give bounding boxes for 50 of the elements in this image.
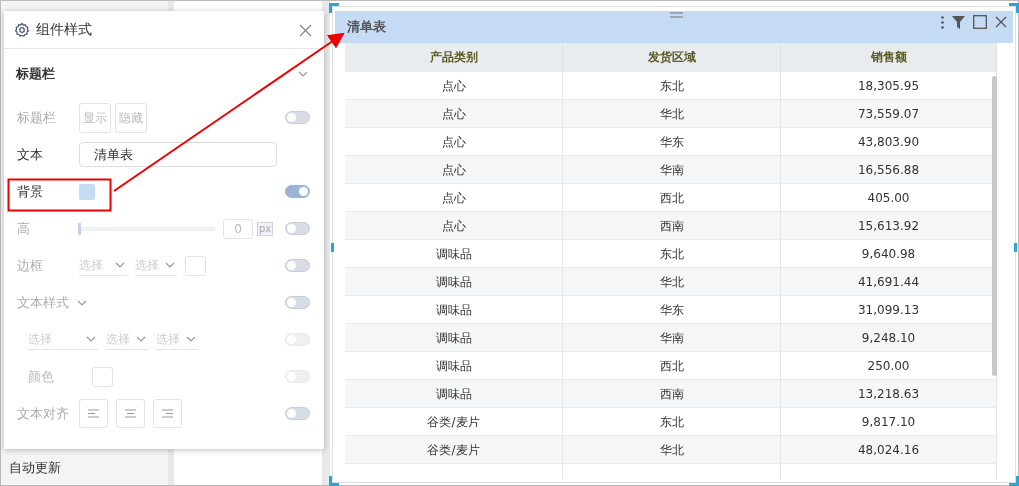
table-cell: 华南	[563, 156, 781, 184]
maximize-icon[interactable]	[973, 15, 987, 29]
widget-title: 清单表	[347, 18, 386, 36]
column-header: 发货区域	[563, 43, 781, 72]
table-cell: 西南	[563, 380, 781, 408]
sidebar-item[interactable]: 自动更新	[1, 457, 168, 485]
field-label: 高	[17, 219, 31, 238]
table-cell: 华北	[563, 268, 781, 296]
panel-title: 组件样式	[36, 20, 92, 39]
chevron-icon[interactable]	[298, 71, 308, 77]
table-cell: 点心	[345, 100, 563, 128]
filter-icon[interactable]	[952, 15, 965, 29]
table-cell: 13,218.63	[781, 380, 997, 408]
close-icon[interactable]	[995, 16, 1007, 28]
gear-icon	[14, 21, 30, 38]
table-cell: 西南	[563, 212, 781, 240]
field-label: 文本样式	[17, 293, 69, 312]
corner-handle[interactable]	[329, 476, 339, 486]
field-label: 边框	[17, 256, 44, 275]
field-label: 文本对齐	[17, 404, 70, 423]
table-cell: 谷类/麦片	[345, 436, 563, 464]
align-left-icon	[88, 409, 99, 418]
table-cell: 48,024.16	[781, 436, 997, 464]
scrollbar[interactable]	[992, 76, 997, 376]
field-label: 标题栏	[17, 108, 57, 127]
section-title: 标题栏	[16, 65, 55, 84]
table-cell: 华南	[563, 324, 781, 352]
table-cell: 华北	[563, 100, 781, 128]
corner-handle[interactable]	[1009, 476, 1019, 486]
column-header: 产品类别	[345, 43, 563, 72]
table-cell: 调味品	[345, 324, 563, 352]
align-right-icon	[162, 409, 173, 418]
column-header: 销售额	[781, 43, 997, 72]
table-cell: 调味品	[345, 380, 563, 408]
text-field[interactable]: 清单表	[79, 142, 277, 167]
unit-label: px	[257, 221, 274, 236]
table-cell: 点心	[345, 212, 563, 240]
table-cell: 华北	[563, 436, 781, 464]
edge-handle[interactable]	[1014, 243, 1017, 252]
field-label: 背景	[17, 182, 44, 201]
field-label: 颜色	[28, 367, 55, 386]
more-icon[interactable]	[941, 15, 944, 29]
table-cell: 调味品	[345, 268, 563, 296]
table-cell: 点心	[345, 156, 563, 184]
color-swatch[interactable]	[79, 183, 95, 200]
toggle-switch[interactable]	[285, 185, 310, 198]
align-center-icon	[125, 409, 136, 418]
field-label: 文本	[17, 145, 44, 164]
drag-handle-icon[interactable]	[670, 12, 683, 19]
edge-handle[interactable]	[331, 243, 334, 252]
